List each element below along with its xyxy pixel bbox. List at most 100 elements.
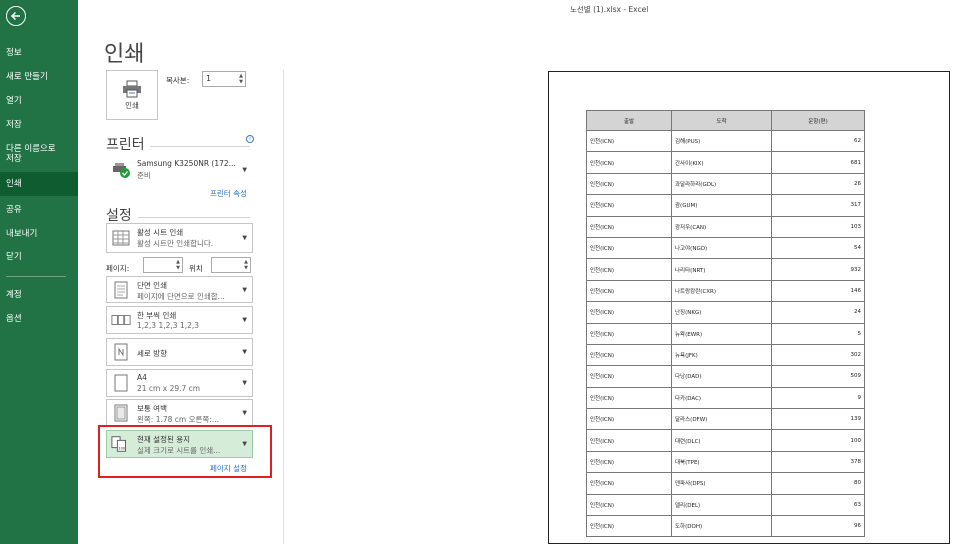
preview-table-body: 인천(ICN) 김해(PUS) 62 인천(ICN) 간사이(KIX) 681 인천(ICN… — [586, 129, 865, 538]
column-header: 도착 — [671, 110, 772, 131]
nav-save[interactable]: 저장 — [0, 120, 78, 130]
collate-desc: 1,2,3 1,2,3 1,2,3 — [137, 321, 200, 330]
pages-to-input[interactable]: ▲ ▼ — [211, 257, 251, 273]
sides-dropdown[interactable]: 단면 인쇄 페이지에 단면으로 인쇄합... ▼ — [106, 276, 253, 303]
chevron-down-icon: ▼ — [242, 316, 247, 324]
nav-close[interactable]: 닫기 — [0, 252, 78, 262]
table-cell: 난징(NKG) — [671, 301, 772, 324]
table-cell: 인천(ICN) — [586, 279, 672, 303]
nav-export[interactable]: 내보내기 — [0, 229, 78, 239]
margins-icon — [111, 403, 131, 423]
pages-from-input[interactable]: ▲ ▼ — [143, 257, 183, 273]
window-title: 노선별 (1).xlsx - Excel — [570, 5, 649, 14]
table-cell: 100 — [771, 429, 865, 452]
chevron-down-icon: ▼ — [242, 286, 247, 293]
table-cell: 인천(ICN) — [586, 172, 672, 196]
column-header: 출발 — [586, 110, 672, 131]
column-header: 운항(편) — [771, 110, 865, 131]
table-cell: 인천(ICN) — [586, 450, 672, 474]
nav-account[interactable]: 계정 — [0, 290, 78, 300]
table-cell: 인천(ICN) — [586, 194, 672, 217]
nav-save-as[interactable]: 다른 이름으로 저장 — [0, 144, 78, 164]
print-what-desc: 활성 시트만 인쇄합니다. — [137, 239, 214, 248]
table-cell: 146 — [771, 279, 865, 303]
table-cell: 간사이(KIX) — [671, 151, 772, 174]
preview-table: 출발 도착 운항(편) 인천(ICN) 김해(PUS) 62 인천(ICN) 간사이(K… — [586, 110, 865, 538]
nav-new[interactable]: 새로 만들기 — [0, 72, 78, 82]
margins-label: 보통 여백 — [137, 404, 167, 413]
table-row: 인천(ICN) 나트랑캄란(CXR) 146 — [586, 279, 865, 303]
chevron-down-icon: ▼ — [242, 409, 247, 416]
nav-print[interactable]: 인쇄 — [0, 172, 78, 196]
table-row: 인천(ICN) 다낭(DAD) 509 — [586, 365, 865, 388]
info-icon[interactable]: i — [246, 135, 254, 143]
table-cell: 인천(ICN) — [586, 386, 672, 410]
table-row: 인천(ICN) 뉴욕(JFK) 302 — [586, 343, 865, 367]
table-cell: 인천(ICN) — [586, 365, 672, 388]
collate-icon — [111, 310, 131, 330]
table-cell: 달라스(DFW) — [671, 408, 772, 431]
portrait-orientation-icon — [111, 342, 131, 362]
paper-size-dropdown[interactable]: A4 21 cm x 29.7 cm ▼ — [106, 369, 253, 397]
chevron-down-icon: ▼ — [242, 379, 247, 387]
table-cell: 932 — [771, 258, 865, 281]
table-row: 인천(ICN) 괌(GUM) 317 — [586, 194, 865, 217]
copies-label: 복사본: — [166, 76, 190, 85]
table-cell: 인천(ICN) — [586, 151, 672, 174]
table-cell: 302 — [771, 343, 865, 367]
table-cell: 뉴왁(EWR) — [671, 322, 772, 345]
copies-spinner[interactable]: ▲ ▼ — [239, 73, 243, 85]
table-row: 인천(ICN) 과달라하라(GDL) 26 — [586, 172, 865, 196]
table-cell: 다카(DAC) — [671, 386, 772, 410]
nav-open[interactable]: 열기 — [0, 96, 78, 106]
table-cell: 다낭(DAD) — [671, 365, 772, 388]
table-cell: 덴파사(DPS) — [671, 472, 772, 495]
printer-icon — [123, 80, 141, 97]
printer-heading: 프린터 — [106, 137, 145, 153]
table-cell: 인천(ICN) — [586, 472, 672, 495]
margins-dropdown[interactable]: 보통 여백 왼쪽: 1.78 cm 오른쪽:... ▼ — [106, 399, 253, 426]
nav-share[interactable]: 공유 — [0, 205, 78, 215]
table-row: 인천(ICN) 뉴왁(EWR) 5 — [586, 322, 865, 345]
pages-to-spinner[interactable]: ▲ ▼ — [244, 259, 248, 271]
table-cell: 나트랑캄란(CXR) — [671, 279, 772, 303]
print-button[interactable]: 인쇄 — [106, 70, 158, 120]
table-cell: 나리타(NRT) — [671, 258, 772, 281]
table-cell: 139 — [771, 408, 865, 431]
print-what-label: 활성 시트 인쇄 — [137, 228, 184, 237]
copies-value: 1 — [206, 74, 212, 83]
pages-from-spinner[interactable]: ▲ ▼ — [176, 259, 180, 271]
print-what-dropdown[interactable]: 활성 시트 인쇄 활성 시트만 인쇄합니다. ▼ — [106, 223, 253, 253]
printer-name: Samsung K3250NR (172... — [137, 159, 236, 168]
paper-size-desc: 21 cm x 29.7 cm — [137, 384, 201, 393]
table-cell: 광저우(CAN) — [671, 215, 772, 238]
table-cell: 681 — [771, 151, 865, 174]
table-cell: 인천(ICN) — [586, 236, 672, 260]
collate-dropdown[interactable]: 한 부씩 인쇄 1,2,3 1,2,3 1,2,3 ▼ — [106, 306, 253, 334]
nav-info[interactable]: 정보 — [0, 48, 78, 58]
printer-dropdown[interactable]: Samsung K3250NR (172... 준비 ▼ — [106, 155, 253, 185]
back-arrow-icon[interactable] — [6, 6, 26, 26]
table-row: 인천(ICN) 대련(DLC) 100 — [586, 429, 865, 452]
orientation-dropdown[interactable]: 세로 방향 ▼ — [106, 338, 253, 366]
table-cell: 인천(ICN) — [586, 215, 672, 238]
table-row: 인천(ICN) 도하(DOH) 96 — [586, 515, 865, 538]
table-cell: 80 — [771, 472, 865, 495]
table-cell: 317 — [771, 194, 865, 217]
nav-options[interactable]: 옵션 — [0, 314, 78, 324]
copies-input[interactable]: 1 ▲ ▼ — [202, 71, 246, 87]
sides-label: 단면 인쇄 — [137, 281, 167, 290]
table-row: 인천(ICN) 난징(NKG) 24 — [586, 301, 865, 324]
table-row: 인천(ICN) 달라스(DFW) 139 — [586, 408, 865, 431]
print-button-label: 인쇄 — [125, 100, 139, 110]
nav-divider — [6, 276, 66, 277]
table-cell: 5 — [771, 322, 865, 345]
table-cell: 62 — [771, 129, 865, 153]
printer-properties-link[interactable]: 프린터 속성 — [210, 188, 247, 199]
panel-divider — [283, 70, 284, 544]
chevron-down-icon: ▼ — [242, 234, 247, 242]
table-cell: 괌(GUM) — [671, 194, 772, 217]
table-row: 인천(ICN) 다카(DAC) 9 — [586, 386, 865, 410]
margins-desc: 왼쪽: 1.78 cm 오른쪽:... — [137, 415, 219, 424]
table-cell: 인천(ICN) — [586, 343, 672, 367]
